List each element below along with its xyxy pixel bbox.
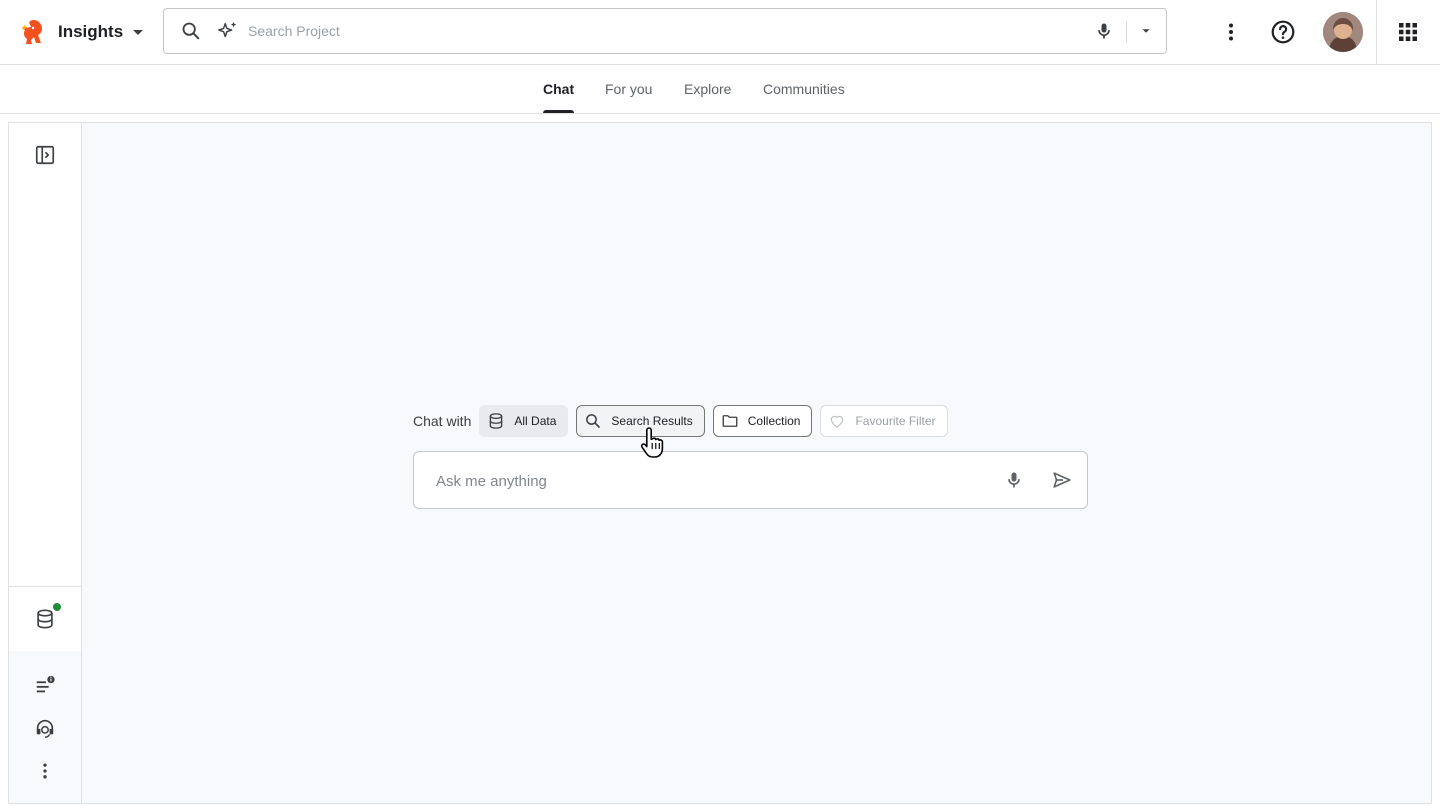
caret-down-icon xyxy=(133,29,144,35)
chip-label: Favourite Filter xyxy=(855,414,936,428)
chip-label: Collection xyxy=(747,414,801,428)
chip-search-results[interactable]: Search Results xyxy=(576,405,705,437)
database-icon[interactable] xyxy=(33,607,57,631)
chip-label: All Data xyxy=(514,414,557,428)
more-vert-icon[interactable] xyxy=(33,759,57,783)
app-switcher[interactable]: Insights xyxy=(16,14,144,50)
search-icon[interactable] xyxy=(179,19,203,43)
status-dot xyxy=(53,603,61,611)
notes-info-icon[interactable] xyxy=(33,673,57,697)
toolbar-divider xyxy=(1376,0,1377,64)
chip-all-data[interactable]: All Data xyxy=(479,405,569,437)
tab-bar: Chat For you Explore Communities xyxy=(0,64,1440,114)
search-divider xyxy=(1126,21,1127,43)
tab-for-you[interactable]: For you xyxy=(605,65,652,113)
chat-with-bar: Chat with All Data Search Results Collec… xyxy=(413,405,956,437)
more-vert-icon[interactable] xyxy=(1215,16,1247,48)
mic-icon[interactable] xyxy=(1092,19,1116,43)
database-icon xyxy=(486,411,506,431)
sparkle-icon xyxy=(216,19,240,43)
chip-favourite-filter[interactable]: Favourite Filter xyxy=(820,405,948,437)
active-tab-indicator xyxy=(543,110,575,113)
search-bar xyxy=(163,8,1167,54)
apps-grid-icon[interactable] xyxy=(1392,16,1424,48)
top-bar: Insights xyxy=(0,0,1440,64)
sidebar-expand-icon[interactable] xyxy=(33,143,57,167)
ask-input[interactable] xyxy=(436,469,996,493)
squirrel-logo xyxy=(22,20,42,44)
tab-label: Communities xyxy=(763,81,845,97)
chat-with-label: Chat with xyxy=(413,413,472,429)
tab-communities[interactable]: Communities xyxy=(763,65,845,113)
tab-label: For you xyxy=(605,81,653,97)
folder-icon xyxy=(720,411,740,431)
tab-label: Explore xyxy=(684,81,732,97)
chip-label: Search Results xyxy=(611,414,693,428)
side-rail xyxy=(9,123,82,803)
tab-chat[interactable]: Chat xyxy=(543,65,575,113)
mic-icon[interactable] xyxy=(1002,468,1026,492)
chip-collection[interactable]: Collection xyxy=(712,405,813,437)
search-icon xyxy=(583,411,603,431)
tab-explore[interactable]: Explore xyxy=(684,65,731,113)
caret-down-icon[interactable] xyxy=(1134,19,1158,43)
help-icon[interactable] xyxy=(1267,16,1299,48)
search-input[interactable] xyxy=(248,19,1068,43)
app-name: Insights xyxy=(58,22,124,41)
main-panel: Chat with All Data Search Results Collec… xyxy=(8,122,1432,804)
rail-divider xyxy=(9,586,81,587)
heart-icon xyxy=(827,411,847,431)
tab-label: Chat xyxy=(543,81,575,97)
avatar[interactable] xyxy=(1323,12,1363,52)
ask-box xyxy=(413,451,1088,509)
support-agent-icon[interactable] xyxy=(33,716,57,740)
send-icon[interactable] xyxy=(1050,468,1074,492)
